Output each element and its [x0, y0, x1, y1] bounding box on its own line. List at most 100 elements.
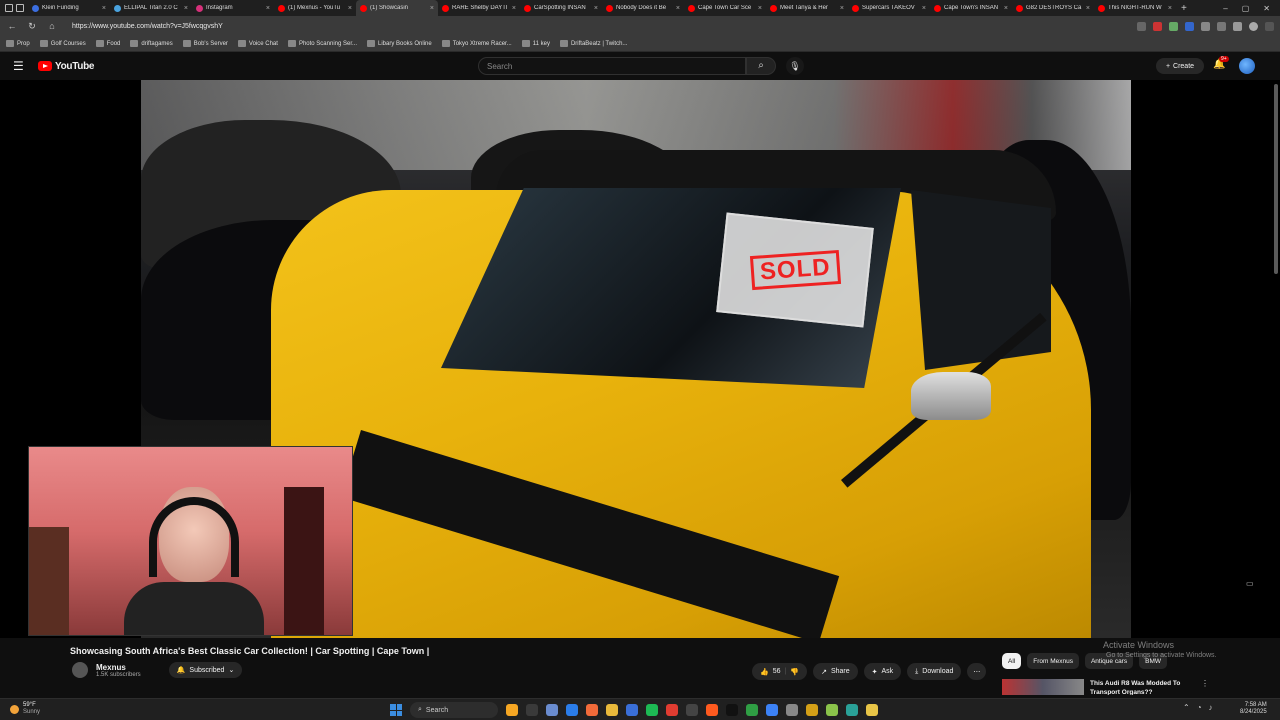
- scrollbar-thumb[interactable]: [1274, 84, 1278, 274]
- bookmark-item[interactable]: Golf Courses: [39, 40, 86, 47]
- menu-icon[interactable]: [1265, 21, 1274, 31]
- bookmark-item[interactable]: Tokyo Xtreme Racer...: [441, 40, 512, 47]
- channel-name[interactable]: Mexnus: [96, 663, 141, 672]
- menu-icon[interactable]: ☰: [13, 59, 27, 73]
- extension-icon[interactable]: [1153, 21, 1162, 31]
- minimize-button[interactable]: –: [1223, 4, 1227, 13]
- taskbar-app-icon[interactable]: [826, 704, 838, 716]
- channel-avatar[interactable]: [72, 662, 88, 678]
- browser-tab[interactable]: Cape Town Car Sce ×: [684, 0, 766, 16]
- system-tray[interactable]: ⌃ ◔ ♪: [1183, 703, 1213, 712]
- close-tab-icon[interactable]: ×: [1168, 5, 1172, 12]
- browser-tab[interactable]: Nobody Does it Be ×: [602, 0, 684, 16]
- extension-icon[interactable]: [1137, 21, 1146, 31]
- taskbar-app-icon[interactable]: [726, 704, 738, 716]
- taskbar-app-icon[interactable]: [506, 704, 518, 716]
- browser-tab[interactable]: Supercars TAKEOV ×: [848, 0, 930, 16]
- taskbar-app-icon[interactable]: [606, 704, 618, 716]
- more-actions-button[interactable]: ⋯: [967, 663, 987, 680]
- close-tab-icon[interactable]: ×: [102, 5, 106, 12]
- reload-icon[interactable]: ↻: [26, 21, 38, 32]
- weather-widget[interactable]: 59°F Sunny: [10, 702, 40, 716]
- taskbar-app-icon[interactable]: [746, 704, 758, 716]
- back-icon[interactable]: ←: [6, 21, 18, 31]
- create-button[interactable]: + Create: [1156, 58, 1204, 74]
- video-player[interactable]: SOLD ▭: [0, 80, 1280, 638]
- browser-tab[interactable]: Klein Funding ×: [28, 0, 110, 16]
- close-tab-icon[interactable]: ×: [594, 5, 598, 12]
- close-tab-icon[interactable]: ×: [266, 5, 270, 12]
- bookmark-item[interactable]: Photo Scanning Ser...: [287, 40, 357, 47]
- taskbar-app-icon[interactable]: [686, 704, 698, 716]
- browser-tab[interactable]: (1) Mexnus - YouTu ×: [274, 0, 356, 16]
- bookmark-item[interactable]: Voice Chat: [237, 40, 278, 47]
- chevron-up-icon[interactable]: ⌃: [1183, 703, 1190, 712]
- close-tab-icon[interactable]: ×: [1004, 5, 1008, 12]
- taskbar-app-icon[interactable]: [806, 704, 818, 716]
- scrollbar[interactable]: [1273, 80, 1279, 720]
- browser-tab[interactable]: RARE Shelby DAYTI ×: [438, 0, 520, 16]
- recommended-video[interactable]: This Audi R8 Was Modded To Transport Org…: [1002, 679, 1209, 695]
- close-tab-icon[interactable]: ×: [758, 5, 762, 12]
- bookmark-item[interactable]: Libary Books Online: [367, 40, 432, 47]
- browser-tab[interactable]: ELLIPAL Titan 2.0 C ×: [110, 0, 192, 16]
- browser-tab[interactable]: CarSpotting INSAN ×: [520, 0, 602, 16]
- taskbar-app-icon[interactable]: [546, 704, 558, 716]
- profile-icon[interactable]: [1249, 21, 1258, 31]
- subscribed-button[interactable]: 🔔 Subscribed ⌄: [168, 662, 243, 678]
- taskbar-app-icon[interactable]: [566, 704, 578, 716]
- search-button[interactable]: ⌕: [746, 57, 776, 75]
- browser-tab[interactable]: Instagram ×: [192, 0, 274, 16]
- youtube-logo[interactable]: YouTube: [38, 61, 95, 72]
- taskbar-app-icon[interactable]: [526, 704, 538, 716]
- close-tab-icon[interactable]: ×: [512, 5, 516, 12]
- close-tab-icon[interactable]: ×: [922, 5, 926, 12]
- taskbar-clock[interactable]: 7:58 AM 8/24/2025: [1240, 702, 1267, 716]
- taskbar-app-icon[interactable]: [626, 704, 638, 716]
- close-tab-icon[interactable]: ×: [676, 5, 680, 12]
- windows-start-icon[interactable]: [390, 704, 402, 716]
- taskbar-app-icon[interactable]: [866, 704, 878, 716]
- share-button[interactable]: ↗ Share: [813, 663, 858, 680]
- maximize-button[interactable]: ▢: [1242, 4, 1250, 13]
- close-tab-icon[interactable]: ×: [430, 5, 434, 12]
- bookmark-item[interactable]: Bob's Server: [182, 40, 228, 47]
- taskbar-search[interactable]: ⌕ Search: [410, 702, 498, 718]
- browser-tab[interactable]: Meet Tanya & Her ×: [766, 0, 848, 16]
- like-button[interactable]: 👍 56 | 👎: [752, 663, 808, 680]
- bookmark-item[interactable]: Food: [95, 40, 120, 47]
- close-tab-icon[interactable]: ×: [1086, 5, 1090, 12]
- taskbar-app-icon[interactable]: [846, 704, 858, 716]
- taskbar-app-icon[interactable]: [666, 704, 678, 716]
- miniplayer-icon[interactable]: ▭: [1246, 579, 1254, 588]
- close-window-button[interactable]: ✕: [1263, 4, 1270, 13]
- close-tab-icon[interactable]: ×: [840, 5, 844, 12]
- browser-tab[interactable]: G82 DESTROYS Ca ×: [1012, 0, 1094, 16]
- extension-icon[interactable]: [1185, 21, 1194, 31]
- filter-chip[interactable]: All: [1002, 653, 1022, 669]
- taskbar-app-icon[interactable]: [786, 704, 798, 716]
- home-icon[interactable]: ⌂: [46, 21, 58, 31]
- url-field[interactable]: https://www.youtube.com/watch?v=J5fwcqgv…: [66, 23, 966, 30]
- window-menu[interactable]: [0, 0, 28, 16]
- taskbar-app-icon[interactable]: [706, 704, 718, 716]
- taskbar-app-icon[interactable]: [646, 704, 658, 716]
- recommended-title[interactable]: This Audi R8 Was Modded To Transport Org…: [1090, 679, 1195, 695]
- close-tab-icon[interactable]: ×: [348, 5, 352, 12]
- browser-tab[interactable]: Cape Town's INSAN ×: [930, 0, 1012, 16]
- bookmark-item[interactable]: driftagames: [130, 40, 173, 47]
- download-button[interactable]: ⤓ Download: [907, 663, 962, 680]
- filter-chip[interactable]: From Mexnus: [1027, 653, 1079, 669]
- bookmark-item[interactable]: 11 key: [521, 40, 550, 47]
- extension-icon[interactable]: [1201, 21, 1210, 31]
- extension-icon[interactable]: [1169, 21, 1178, 31]
- more-icon[interactable]: ⋮: [1201, 679, 1209, 695]
- browser-tab[interactable]: (1) Showcasin ×: [356, 0, 438, 16]
- taskbar-app-icon[interactable]: [586, 704, 598, 716]
- speaker-icon[interactable]: ♪: [1209, 703, 1213, 712]
- taskbar-app-icon[interactable]: [766, 704, 778, 716]
- bookmark-item[interactable]: DriftaBeatz | Twitch...: [559, 40, 627, 47]
- extension-icon[interactable]: [1233, 21, 1242, 31]
- extension-icon[interactable]: [1217, 21, 1226, 31]
- wifi-icon[interactable]: ◔: [1197, 703, 1202, 712]
